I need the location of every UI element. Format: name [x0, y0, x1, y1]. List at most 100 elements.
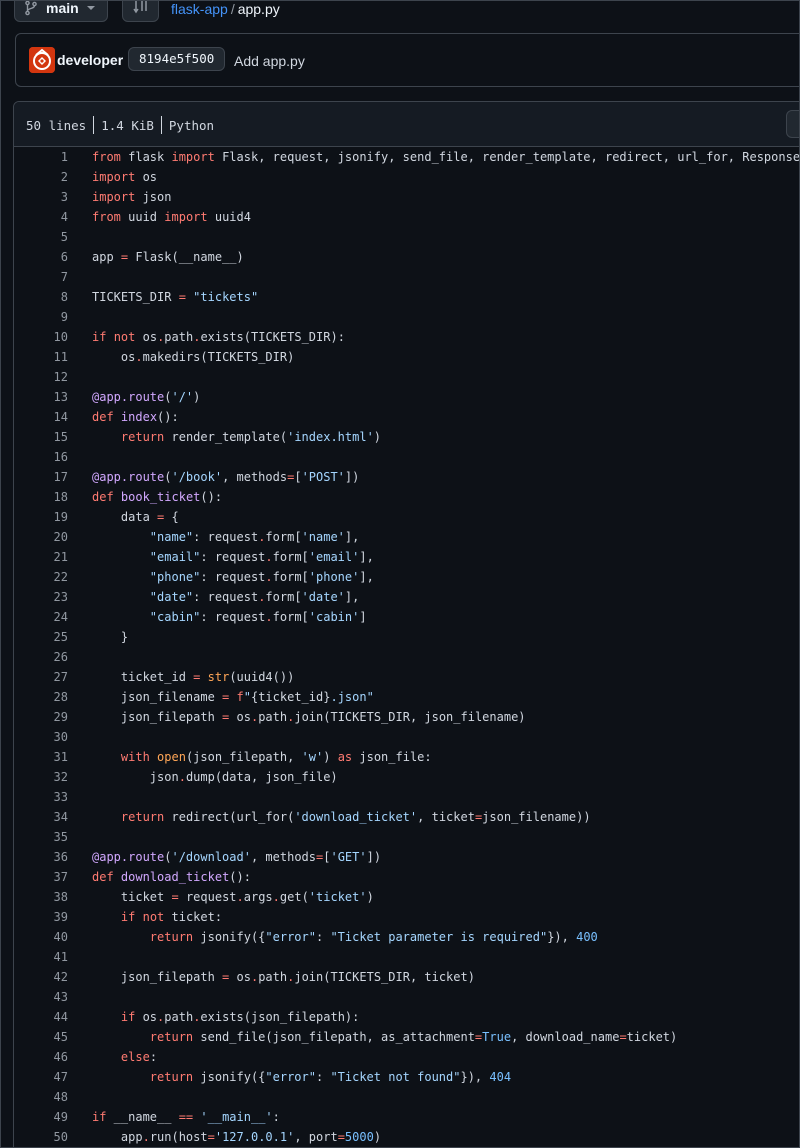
line-number[interactable]: 15 [14, 427, 68, 447]
line-number[interactable]: 10 [14, 327, 68, 347]
code-line: 37 def download_ticket(): [14, 867, 799, 887]
line-number[interactable]: 12 [14, 367, 68, 387]
line-number[interactable]: 11 [14, 347, 68, 367]
line-number[interactable]: 25 [14, 627, 68, 647]
avatar[interactable] [29, 47, 55, 73]
line-code: @app.route('/book', methods=['POST']) [92, 470, 360, 484]
commit-author-link[interactable]: developer [57, 52, 123, 68]
line-number[interactable]: 2 [14, 167, 68, 187]
code-line: 14 def index(): [14, 407, 799, 427]
breadcrumb-repo-link[interactable]: flask-app [171, 1, 228, 17]
code-line: 45 return send_file(json_filepath, as_at… [14, 1027, 799, 1047]
branch-selector-button[interactable]: main [14, 1, 108, 22]
line-number[interactable]: 31 [14, 747, 68, 767]
line-number[interactable]: 30 [14, 727, 68, 747]
file-tree-toggle-button[interactable] [122, 1, 159, 22]
line-number[interactable]: 44 [14, 1007, 68, 1027]
line-number[interactable]: 21 [14, 547, 68, 567]
code-line: 20 "name": request.form['name'], [14, 527, 799, 547]
line-number[interactable]: 5 [14, 227, 68, 247]
code-line: 17 @app.route('/book', methods=['POST']) [14, 467, 799, 487]
code-line: 43 [14, 987, 799, 1007]
line-number[interactable]: 29 [14, 707, 68, 727]
line-number[interactable]: 42 [14, 967, 68, 987]
line-number[interactable]: 27 [14, 667, 68, 687]
line-number[interactable]: 7 [14, 267, 68, 287]
line-number[interactable]: 33 [14, 787, 68, 807]
line-number[interactable]: 19 [14, 507, 68, 527]
line-code: return send_file(json_filepath, as_attac… [149, 1030, 678, 1044]
line-number[interactable]: 24 [14, 607, 68, 627]
code-line: 26 [14, 647, 799, 667]
code-line: 18 def book_ticket(): [14, 487, 799, 507]
line-number[interactable]: 49 [14, 1107, 68, 1127]
breadcrumb: flask-app / app.py [171, 1, 280, 17]
line-code: "name": request.form['name'], [149, 530, 360, 544]
line-number[interactable]: 32 [14, 767, 68, 787]
file-size: 1.4 KiB [101, 117, 154, 133]
line-number[interactable]: 34 [14, 807, 68, 827]
line-number[interactable]: 40 [14, 927, 68, 947]
line-number[interactable]: 6 [14, 247, 68, 267]
line-code: def download_ticket(): [92, 870, 251, 884]
line-number[interactable]: 41 [14, 947, 68, 967]
code-line: 2 import os [14, 167, 799, 187]
line-number[interactable]: 18 [14, 487, 68, 507]
line-number[interactable]: 16 [14, 447, 68, 467]
line-code: if __name__ == '__main__': [92, 1110, 280, 1124]
file-info-divider [160, 116, 162, 134]
code-line: 8 TICKETS_DIR = "tickets" [14, 287, 799, 307]
line-number[interactable]: 35 [14, 827, 68, 847]
line-number[interactable]: 28 [14, 687, 68, 707]
line-number[interactable]: 46 [14, 1047, 68, 1067]
line-code: } [92, 630, 129, 644]
code-line: 5 [14, 227, 799, 247]
git-branch-icon [25, 1, 37, 15]
line-number[interactable]: 23 [14, 587, 68, 607]
line-code: json_filename = f"{ticket_id}.json" [92, 690, 374, 704]
code-line: 35 [14, 827, 799, 847]
line-number[interactable]: 8 [14, 287, 68, 307]
file-info: 50 lines 1.4 KiB Python [26, 116, 214, 134]
commit-sha-button[interactable]: 8194e5f500 [128, 47, 226, 71]
line-number[interactable]: 39 [14, 907, 68, 927]
code-line: 6 app = Flask(__name__) [14, 247, 799, 267]
code-line: 32 json.dump(data, json_file) [14, 767, 799, 787]
line-number[interactable]: 14 [14, 407, 68, 427]
line-number[interactable]: 26 [14, 647, 68, 667]
line-number[interactable]: 37 [14, 867, 68, 887]
line-code: return jsonify({"error": "Ticket not fou… [149, 1070, 512, 1084]
code-line: 40 return jsonify({"error": "Ticket para… [14, 927, 799, 947]
line-number[interactable]: 45 [14, 1027, 68, 1047]
code-line: 21 "email": request.form['email'], [14, 547, 799, 567]
triangle-down-icon [86, 5, 95, 10]
line-number[interactable]: 13 [14, 387, 68, 407]
line-number[interactable]: 9 [14, 307, 68, 327]
line-number[interactable]: 4 [14, 207, 68, 227]
line-number[interactable]: 50 [14, 1127, 68, 1147]
line-number[interactable]: 47 [14, 1067, 68, 1087]
line-number[interactable]: 22 [14, 567, 68, 587]
file-actions-button[interactable] [786, 110, 799, 138]
line-number[interactable]: 38 [14, 887, 68, 907]
line-code: def book_ticket(): [92, 490, 223, 504]
commit-message-link[interactable]: Add app.py [234, 53, 305, 69]
line-number[interactable]: 17 [14, 467, 68, 487]
line-code: return render_template('index.html') [120, 430, 382, 444]
line-number[interactable]: 36 [14, 847, 68, 867]
line-number[interactable]: 43 [14, 987, 68, 1007]
line-code: import json [92, 190, 172, 204]
line-number[interactable]: 20 [14, 527, 68, 547]
code-line: 7 [14, 267, 799, 287]
line-number[interactable]: 48 [14, 1087, 68, 1107]
line-code: "email": request.form['email'], [149, 550, 374, 564]
line-number[interactable]: 1 [14, 147, 68, 167]
code-line: 42 json_filepath = os.path.join(TICKETS_… [14, 967, 799, 987]
code-line: 9 [14, 307, 799, 327]
code-line: 25 } [14, 627, 799, 647]
line-number[interactable]: 3 [14, 187, 68, 207]
line-code: json_filepath = os.path.join(TICKETS_DIR… [92, 710, 526, 724]
line-code: with open(json_filepath, 'w') as json_fi… [120, 750, 432, 764]
code-line: 4 from uuid import uuid4 [14, 207, 799, 227]
code-line: 31 with open(json_filepath, 'w') as json… [14, 747, 799, 767]
